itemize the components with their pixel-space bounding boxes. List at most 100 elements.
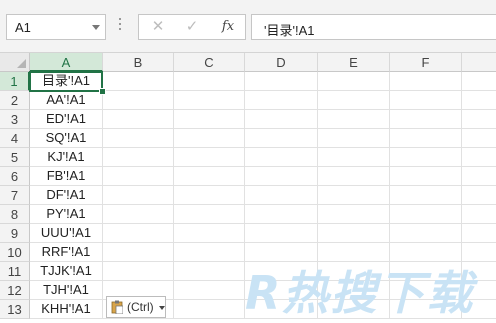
cell-f6[interactable]: [390, 167, 462, 186]
cell-f4[interactable]: [390, 129, 462, 148]
cell[interactable]: [462, 224, 496, 243]
cell[interactable]: [462, 186, 496, 205]
cell-c5[interactable]: [174, 148, 245, 167]
cell-d9[interactable]: [245, 224, 318, 243]
cell-b5[interactable]: [103, 148, 174, 167]
row-header-3[interactable]: 3: [0, 110, 30, 129]
drag-handle-icon[interactable]: [119, 18, 122, 34]
cell-c8[interactable]: [174, 205, 245, 224]
column-header[interactable]: [462, 53, 496, 72]
row-header-2[interactable]: 2: [0, 91, 30, 110]
cell-e8[interactable]: [318, 205, 390, 224]
row-header-5[interactable]: 5: [0, 148, 30, 167]
select-all-corner[interactable]: [0, 53, 30, 72]
cell-f13[interactable]: [390, 300, 462, 319]
cell-c10[interactable]: [174, 243, 245, 262]
cell-f11[interactable]: [390, 262, 462, 281]
row-header-9[interactable]: 9: [0, 224, 30, 243]
cell-e7[interactable]: [318, 186, 390, 205]
row-header-10[interactable]: 10: [0, 243, 30, 262]
row-header-12[interactable]: 12: [0, 281, 30, 300]
cell[interactable]: [462, 110, 496, 129]
cell-f9[interactable]: [390, 224, 462, 243]
cell-b4[interactable]: [103, 129, 174, 148]
cell-c13[interactable]: [174, 300, 245, 319]
row-header-6[interactable]: 6: [0, 167, 30, 186]
cell-f10[interactable]: [390, 243, 462, 262]
cell-e12[interactable]: [318, 281, 390, 300]
cell-b2[interactable]: [103, 91, 174, 110]
column-header-a[interactable]: A: [30, 53, 103, 72]
cell-f5[interactable]: [390, 148, 462, 167]
row-header-13[interactable]: 13: [0, 300, 30, 319]
cell-d10[interactable]: [245, 243, 318, 262]
cell-a4[interactable]: SQ'!A1: [30, 129, 103, 148]
insert-function-icon[interactable]: fx: [211, 15, 245, 39]
cell-e9[interactable]: [318, 224, 390, 243]
cell-c1[interactable]: [174, 72, 245, 91]
column-header-f[interactable]: F: [390, 53, 462, 72]
cell-e5[interactable]: [318, 148, 390, 167]
cell-b7[interactable]: [103, 186, 174, 205]
cell-d2[interactable]: [245, 91, 318, 110]
cell-d1[interactable]: [245, 72, 318, 91]
cell[interactable]: [462, 148, 496, 167]
column-header-d[interactable]: D: [245, 53, 318, 72]
cell-a9[interactable]: UUU'!A1: [30, 224, 103, 243]
cell-a13[interactable]: KHH'!A1: [30, 300, 103, 319]
formula-input[interactable]: '目录'!A1: [251, 14, 496, 40]
fill-handle[interactable]: [99, 88, 106, 95]
cell-c2[interactable]: [174, 91, 245, 110]
cell-a8[interactable]: PY'!A1: [30, 205, 103, 224]
cell-e11[interactable]: [318, 262, 390, 281]
cell-c12[interactable]: [174, 281, 245, 300]
enter-icon[interactable]: ✓: [175, 15, 209, 39]
cell-a12[interactable]: TJH'!A1: [30, 281, 103, 300]
cell-e10[interactable]: [318, 243, 390, 262]
cell-a6[interactable]: FB'!A1: [30, 167, 103, 186]
cell-b10[interactable]: [103, 243, 174, 262]
column-header-b[interactable]: B: [103, 53, 174, 72]
cell[interactable]: [462, 205, 496, 224]
cell-e13[interactable]: [318, 300, 390, 319]
cell-c7[interactable]: [174, 186, 245, 205]
row-header-7[interactable]: 7: [0, 186, 30, 205]
cancel-icon[interactable]: ✕: [141, 15, 175, 39]
cell[interactable]: [462, 243, 496, 262]
chevron-down-icon[interactable]: [92, 25, 100, 30]
cell-d4[interactable]: [245, 129, 318, 148]
cell-d13[interactable]: [245, 300, 318, 319]
cell-b6[interactable]: [103, 167, 174, 186]
cell-d8[interactable]: [245, 205, 318, 224]
cell-a2[interactable]: AA'!A1: [30, 91, 103, 110]
cell-d12[interactable]: [245, 281, 318, 300]
cell[interactable]: [462, 129, 496, 148]
cell-e6[interactable]: [318, 167, 390, 186]
cell-b8[interactable]: [103, 205, 174, 224]
cell-e3[interactable]: [318, 110, 390, 129]
cell-a10[interactable]: RRF'!A1: [30, 243, 103, 262]
cell-b9[interactable]: [103, 224, 174, 243]
cell-e1[interactable]: [318, 72, 390, 91]
row-header-4[interactable]: 4: [0, 129, 30, 148]
cell[interactable]: [462, 72, 496, 91]
cell-f2[interactable]: [390, 91, 462, 110]
cell-b11[interactable]: [103, 262, 174, 281]
cell[interactable]: [462, 281, 496, 300]
cell-f7[interactable]: [390, 186, 462, 205]
cell-f8[interactable]: [390, 205, 462, 224]
cell-c4[interactable]: [174, 129, 245, 148]
cell-c6[interactable]: [174, 167, 245, 186]
cell[interactable]: [462, 91, 496, 110]
cell-e2[interactable]: [318, 91, 390, 110]
row-header-1[interactable]: 1: [0, 72, 30, 91]
cell-a7[interactable]: DF'!A1: [30, 186, 103, 205]
column-header-e[interactable]: E: [318, 53, 390, 72]
paste-options-button[interactable]: (Ctrl): [106, 296, 166, 318]
name-box[interactable]: A1: [6, 14, 106, 40]
cell-d5[interactable]: [245, 148, 318, 167]
cell[interactable]: [462, 262, 496, 281]
cell-e4[interactable]: [318, 129, 390, 148]
cell-f12[interactable]: [390, 281, 462, 300]
cell-c11[interactable]: [174, 262, 245, 281]
